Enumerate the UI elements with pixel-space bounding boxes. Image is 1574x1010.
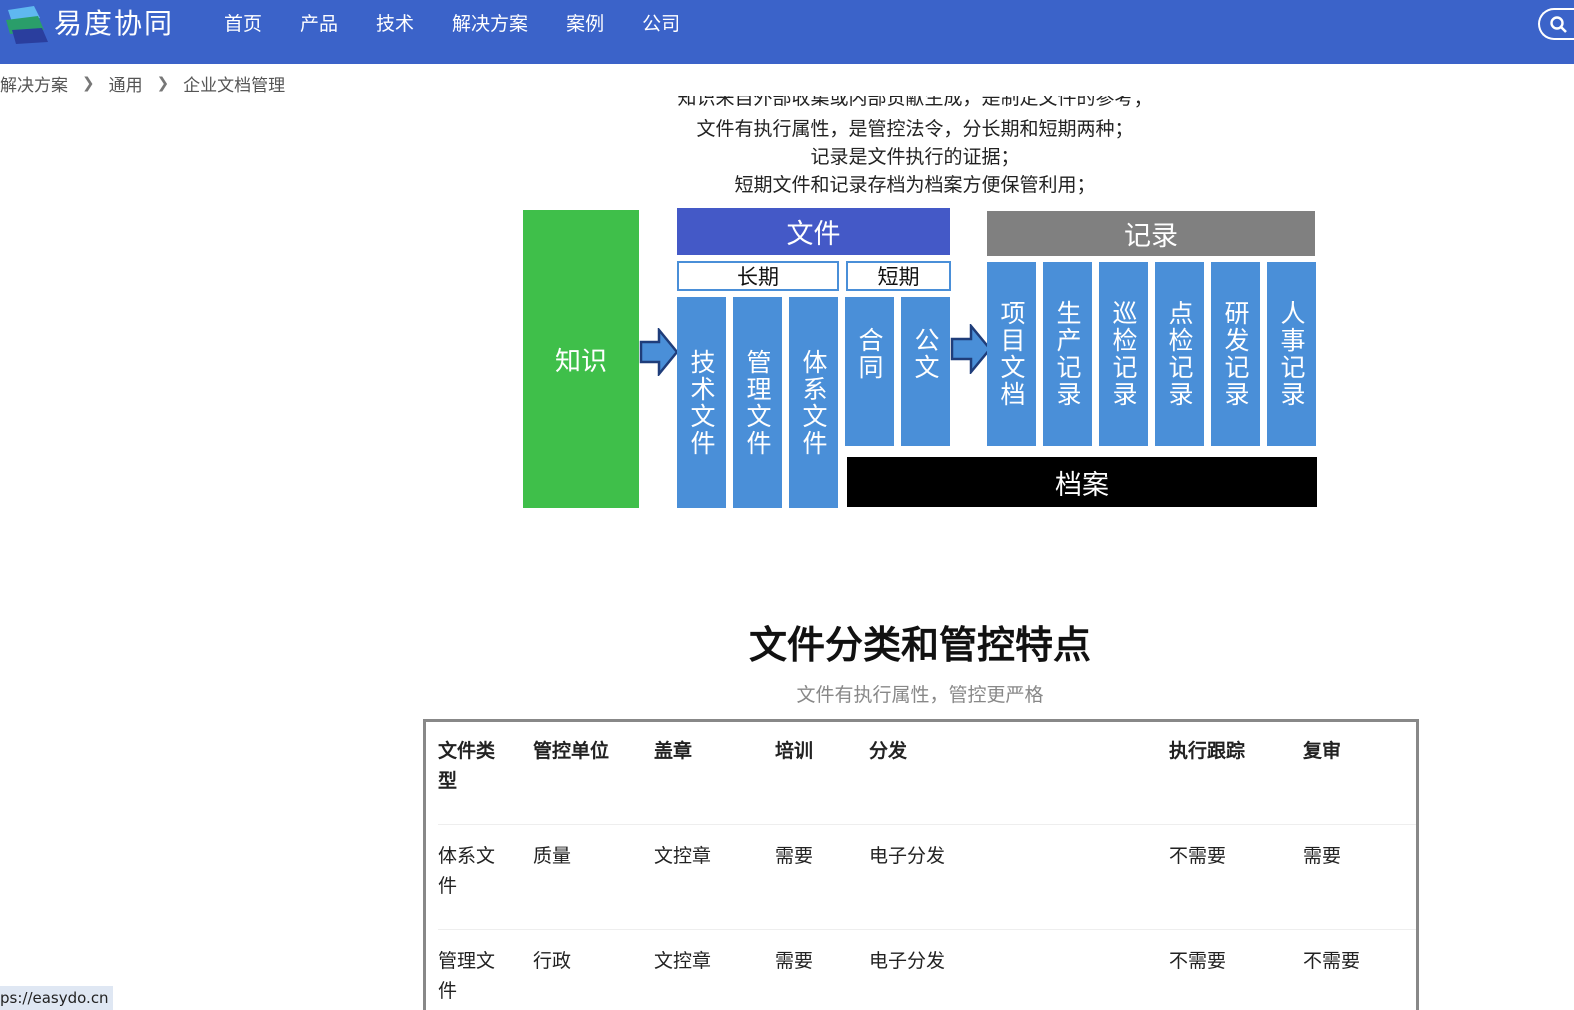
intro-line-2: 记录是文件执行的证据；	[810, 146, 1020, 168]
record-item-label: 巡检记录	[1109, 300, 1138, 408]
breadcrumb-item-solutions[interactable]: 解决方案	[0, 71, 68, 96]
table-cell: 需要	[775, 929, 869, 1010]
system-file-box: 体系文件	[789, 297, 838, 508]
table-header: 盖章	[654, 740, 693, 762]
table-row: 管理文件 行政 文控章 需要 电子分发 不需要 不需要	[438, 929, 1416, 1010]
table-cell: 行政	[533, 929, 654, 1010]
table-header: 执行跟踪	[1169, 740, 1246, 762]
table-cell: 文控章	[654, 824, 775, 930]
knowledge-box: 知识	[523, 210, 639, 508]
record-item-box: 人事记录	[1267, 262, 1316, 446]
record-item-box: 生产记录	[1043, 262, 1092, 446]
table-cell: 体系文件	[438, 824, 533, 930]
nav-item-solutions[interactable]: 解决方案	[452, 10, 528, 38]
table-header: 复审	[1303, 740, 1342, 762]
contract-box: 合同	[845, 297, 894, 446]
breadcrumb-item-current: 企业文档管理	[183, 75, 286, 96]
nav-item-home[interactable]: 首页	[224, 10, 262, 38]
table-cell: 需要	[775, 824, 869, 930]
record-item-label: 人事记录	[1277, 300, 1306, 408]
official-document-label: 公文	[911, 326, 940, 381]
table-cell: 管理文件	[438, 929, 533, 1010]
arrow-right-icon	[950, 324, 992, 374]
management-file-label: 管理文件	[743, 348, 772, 457]
table-header: 管控单位	[533, 740, 610, 762]
record-item-label: 生产记录	[1053, 300, 1082, 408]
nav-item-technology[interactable]: 技术	[376, 10, 414, 38]
table-cell: 不需要	[1169, 929, 1303, 1010]
breadcrumb: 解决方案 ❯ 通用 ❯ 企业文档管理	[0, 70, 285, 96]
table-cell: 不需要	[1303, 929, 1416, 1010]
table-cell: 不需要	[1169, 824, 1303, 930]
official-document-box: 公文	[901, 297, 950, 446]
record-item-box: 研发记录	[1211, 262, 1260, 446]
easydo-logo-icon[interactable]	[4, 4, 50, 46]
intro-line-3: 短期文件和记录存档为档案方便保管利用；	[734, 174, 1096, 196]
arrow-right-icon	[639, 328, 679, 376]
table-cell: 电子分发	[869, 929, 1169, 1010]
record-item-label: 点检记录	[1165, 300, 1194, 408]
file-classification-table: 文件类型 管控单位 盖章 培训 分发 执行跟踪 复审 体系文件 质量 文控章 需…	[423, 719, 1419, 1010]
record-item-label: 项目文档	[997, 300, 1026, 408]
table-cell: 质量	[533, 824, 654, 930]
table-cell: 电子分发	[869, 824, 1169, 930]
chevron-right-icon: ❯	[156, 74, 170, 92]
record-item-box: 项目文档	[987, 262, 1036, 446]
main-nav: 首页 产品 技术 解决方案 案例 公司	[224, 10, 718, 38]
contract-label: 合同	[855, 326, 884, 381]
table-cell: 需要	[1303, 824, 1416, 930]
chevron-right-icon: ❯	[82, 74, 95, 92]
technical-file-box: 技术文件	[677, 297, 726, 508]
record-item-box: 巡检记录	[1099, 262, 1148, 446]
short-term-label: 短期	[846, 261, 951, 291]
intro-partial-line: 知识来自外部收集或内部贡献生成，是制定文件的参考；	[677, 96, 1153, 109]
intro-line-1: 文件有执行属性，是管控法令，分长期和短期两种；	[696, 118, 1134, 140]
search-icon	[1550, 16, 1567, 33]
record-item-box: 点检记录	[1155, 262, 1204, 446]
section-title: 文件分类和管控特点	[748, 623, 1091, 667]
record-header: 记录	[987, 211, 1315, 256]
record-item-label: 研发记录	[1221, 300, 1250, 408]
table-row: 体系文件 质量 文控章 需要 电子分发 不需要 需要	[438, 824, 1416, 930]
table-header: 分发	[869, 740, 908, 762]
top-navigation-bar: 易度协同 首页 产品 技术 解决方案 案例 公司	[0, 0, 1574, 64]
section-subtitle: 文件有执行属性，管控更严格	[796, 684, 1044, 706]
table-header-row: 文件类型 管控单位 盖章 培训 分发 执行跟踪 复审	[438, 736, 1416, 825]
nav-item-products[interactable]: 产品	[300, 10, 338, 38]
nav-item-company[interactable]: 公司	[642, 10, 680, 38]
table-header: 培训	[775, 740, 814, 762]
long-term-label: 长期	[677, 261, 839, 291]
search-button[interactable]	[1538, 8, 1574, 40]
intro-partial-line-clip: 知识来自外部收集或内部贡献生成，是制定文件的参考；	[600, 96, 1230, 112]
status-bar-url: ps://easydo.cn	[0, 986, 113, 1010]
archive-box: 档案	[847, 457, 1317, 507]
system-file-label: 体系文件	[799, 348, 828, 457]
table-cell: 文控章	[654, 929, 775, 1010]
breadcrumb-item-general[interactable]: 通用	[109, 71, 143, 96]
site-name[interactable]: 易度协同	[54, 4, 174, 44]
technical-file-label: 技术文件	[687, 348, 716, 457]
file-header: 文件	[677, 208, 950, 255]
nav-item-cases[interactable]: 案例	[566, 10, 604, 38]
management-file-box: 管理文件	[733, 297, 782, 508]
table-header: 文件类型	[438, 740, 496, 792]
